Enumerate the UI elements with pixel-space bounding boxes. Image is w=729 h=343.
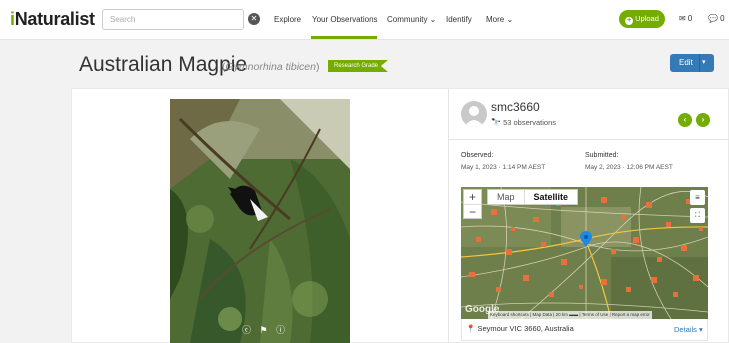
next-observation-button[interactable]: › — [696, 113, 710, 127]
fullscreen-icon[interactable]: ⛶ — [690, 208, 705, 223]
zoom-out-button[interactable]: − — [464, 204, 481, 219]
submitted-label: Submitted: — [585, 152, 619, 159]
location-map[interactable] — [461, 187, 708, 319]
section-divider — [449, 139, 729, 140]
map-attribution[interactable]: Keyboard shortcuts | Map Data | 20 km ▬▬… — [488, 311, 652, 319]
observation-photo[interactable] — [170, 99, 350, 343]
inaturalist-logo[interactable]: iNaturalist — [10, 9, 95, 30]
chevron-down-icon[interactable]: ▾ — [702, 54, 706, 72]
user-avatar[interactable] — [461, 101, 487, 127]
nav-explore[interactable]: Explore — [274, 15, 301, 24]
observations-count[interactable]: 🔭 53 observations — [491, 118, 556, 127]
map-type-satellite[interactable]: Satellite — [523, 190, 578, 204]
upload-button[interactable]: + Upload — [619, 10, 665, 28]
submitted-date: May 2, 2023 · 12:06 PM AEST — [585, 164, 673, 171]
messages-icon[interactable]: ✉ 0 — [679, 14, 692, 23]
location-details-link[interactable]: Details ▾ — [674, 325, 703, 334]
map-type-map[interactable]: Map — [488, 190, 524, 204]
nav-more[interactable]: More ⌄ — [486, 15, 513, 24]
scientific-name[interactable]: (Gymnorhina tibicen) — [222, 61, 319, 73]
location-name: 📍 Seymour VIC 3660, Australia — [466, 324, 574, 333]
clear-search-icon[interactable]: ✕ — [248, 13, 260, 25]
nav-your-observations[interactable]: Your Observations — [312, 15, 378, 24]
map-zoom-control[interactable]: + − — [463, 189, 482, 219]
map-marker-icon[interactable] — [580, 231, 592, 252]
observed-date: May 1, 2023 · 1:14 PM AEST — [461, 164, 546, 171]
location-pin-icon: 📍 — [466, 324, 476, 333]
nav-identify[interactable]: Identify — [446, 15, 472, 24]
observed-label: Observed: — [461, 152, 494, 159]
binoculars-icon: 🔭 — [491, 118, 501, 127]
map-type-control[interactable]: Map Satellite — [487, 189, 579, 205]
research-grade-badge: Research Grade — [328, 60, 389, 72]
license-icons[interactable]: ⓒ ⚑ ⓘ — [242, 323, 288, 336]
active-nav-indicator — [311, 36, 377, 39]
nav-community[interactable]: Community ⌄ — [387, 15, 436, 24]
layers-icon[interactable]: ≡ — [690, 190, 705, 205]
panel-divider — [448, 88, 449, 343]
edit-button[interactable]: Edit ▾ — [670, 54, 714, 72]
observer-username[interactable]: smc3660 — [491, 100, 540, 114]
search-input[interactable] — [102, 9, 244, 30]
zoom-in-button[interactable]: + — [464, 190, 481, 204]
upload-plus-icon: + — [625, 17, 634, 25]
notifications-icon[interactable]: 💬 0 — [708, 14, 725, 23]
previous-observation-button[interactable]: ‹ — [678, 113, 692, 127]
